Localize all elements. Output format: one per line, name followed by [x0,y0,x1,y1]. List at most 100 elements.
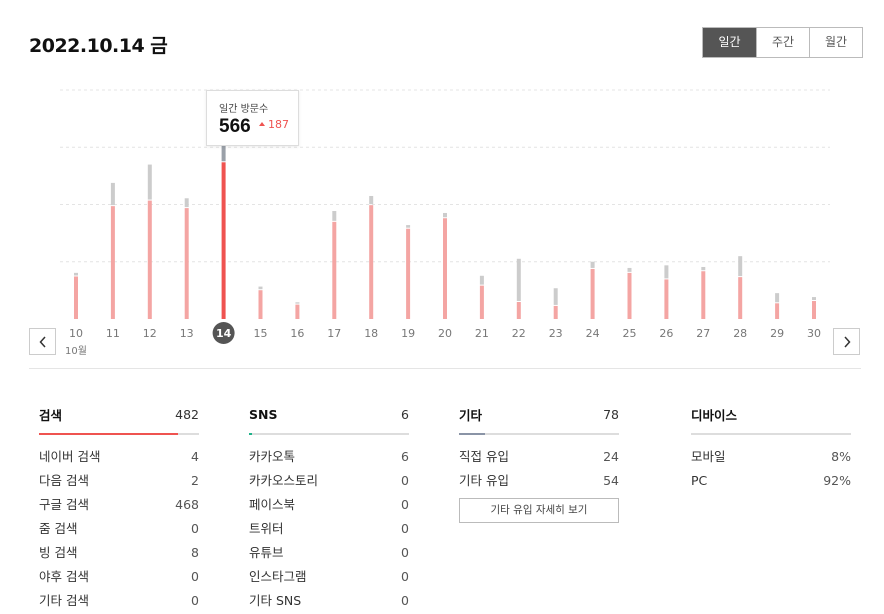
list-item: 다음 검색 2 [39,469,199,493]
row-value: 0 [191,521,199,536]
prev-period-button[interactable] [29,328,56,355]
row-label: 네이버 검색 [39,449,101,464]
bar-secondary-11 [110,182,115,206]
bar-primary-21[interactable] [479,285,484,319]
tooltip-delta-value: 187 [268,118,289,131]
x-tick-label: 30 [807,327,821,340]
row-value: 0 [401,521,409,536]
bar-primary-24[interactable] [590,268,595,319]
list-item: 트위터 0 [249,517,409,541]
x-tick-label: 17 [327,327,341,340]
panel-share-fill [39,433,179,435]
panel-title: 디바이스 [691,408,738,423]
bar-primary-25[interactable] [627,272,632,319]
row-label: 구글 검색 [39,497,89,512]
bar-primary-30[interactable] [812,301,816,319]
bar-primary-29[interactable] [775,303,780,319]
x-tick-label: 19 [401,327,415,340]
row-label: 기타 유입 [459,473,509,488]
row-value: 0 [191,569,199,584]
row-value: 6 [401,449,409,464]
tooltip-delta: 187 [259,118,289,131]
panel-header: 기타 78 [459,406,619,423]
x-tick-label: 14 [216,327,232,340]
up-arrow-icon [259,122,265,126]
panel-total: 6 [401,407,409,422]
row-label: PC [691,473,708,488]
visits-chart: 10 11 12 13 14 15 16 17 18 19 20 21 22 23 24 25 26 27 28 29… [0,0,884,370]
panel-header: 디바이스 [691,406,851,423]
bar-primary-23[interactable] [553,305,558,319]
bar-primary-22[interactable] [516,301,521,319]
bar-secondary-26 [664,265,669,279]
list-item: 유튜브 0 [249,541,409,565]
panel-title: 기타 [459,408,483,423]
bar-primary-26[interactable] [664,279,669,319]
next-period-button[interactable] [833,328,860,355]
x-tick-label: 24 [586,327,600,340]
row-value: 0 [401,497,409,512]
row-value: 92% [823,473,851,488]
chart-tooltip: 일간 방문수 566 187 [206,90,299,146]
bar-primary-28[interactable] [738,277,743,319]
panel-share-fill [249,433,253,435]
bar-secondary-24 [590,261,595,268]
panel-sns: SNS 6 카카오톡 6 카카오스토리 0 페이스북 0 트위터 0 유튜브 0 인스타그… [249,406,409,613]
chart-svg: 10 11 12 13 14 15 16 17 18 19 20 21 22 23 24 25 26 27 28 29… [60,89,830,357]
bar-secondary-23 [553,288,558,305]
row-value: 0 [401,569,409,584]
panel-share-bar [459,433,619,435]
panel-title: 검색 [39,408,63,423]
row-label: 모바일 [691,449,726,464]
row-label: 기타 SNS [249,593,302,608]
bar-secondary-12 [147,164,152,200]
row-value: 468 [175,497,199,512]
bar-primary-27[interactable] [701,271,706,319]
x-tick-label: 28 [733,327,747,340]
bar-primary-16[interactable] [295,304,300,319]
list-item: 인스타그램 0 [249,565,409,589]
row-value: 0 [401,593,409,608]
x-tick-label: 13 [180,327,194,340]
row-label: 페이스북 [249,497,296,512]
x-tick-label: 22 [512,327,526,340]
bar-primary-13[interactable] [184,208,189,319]
bar-primary-17[interactable] [332,221,337,319]
x-tick-label: 29 [770,327,784,340]
panel-share-fill [459,433,485,435]
bar-secondary-28 [738,256,743,277]
month-label: 10월 [65,345,87,357]
bar-secondary-21 [479,275,484,285]
x-tick-label: 21 [475,327,489,340]
x-tick-label: 12 [143,327,157,340]
panel-title: SNS [249,407,278,422]
etc-detail-button[interactable]: 기타 유입 자세히 보기 [459,498,619,523]
panel-share-bar [39,433,199,435]
row-value: 8% [831,449,851,464]
list-item: 기타 유입 54 [459,469,619,493]
row-value: 2 [191,473,199,488]
bar-primary-10[interactable] [74,276,78,319]
bar-primary-20[interactable] [443,218,447,319]
bar-primary-14[interactable] [221,162,226,319]
panel-total: 78 [603,407,619,422]
row-value: 0 [401,473,409,488]
bar-primary-12[interactable] [147,200,152,319]
panel-device: 디바이스 모바일 8% PC 92% [691,406,851,493]
bar-primary-19[interactable] [406,228,411,319]
bar-secondary-13 [184,198,189,208]
row-label: 직접 유입 [459,449,509,464]
bar-primary-15[interactable] [258,290,263,319]
x-tick-label: 20 [438,327,452,340]
list-item: 구글 검색 468 [39,493,199,517]
row-value: 0 [191,593,199,608]
bar-secondary-22 [516,258,521,301]
bar-secondary-15 [258,286,263,290]
row-label: 트위터 [249,521,284,536]
list-item: 직접 유입 24 [459,445,619,469]
panel-header: SNS 6 [249,406,409,423]
list-item: 페이스북 0 [249,493,409,517]
list-item: PC 92% [691,469,851,493]
bar-primary-18[interactable] [369,205,374,319]
bar-primary-11[interactable] [110,206,115,319]
